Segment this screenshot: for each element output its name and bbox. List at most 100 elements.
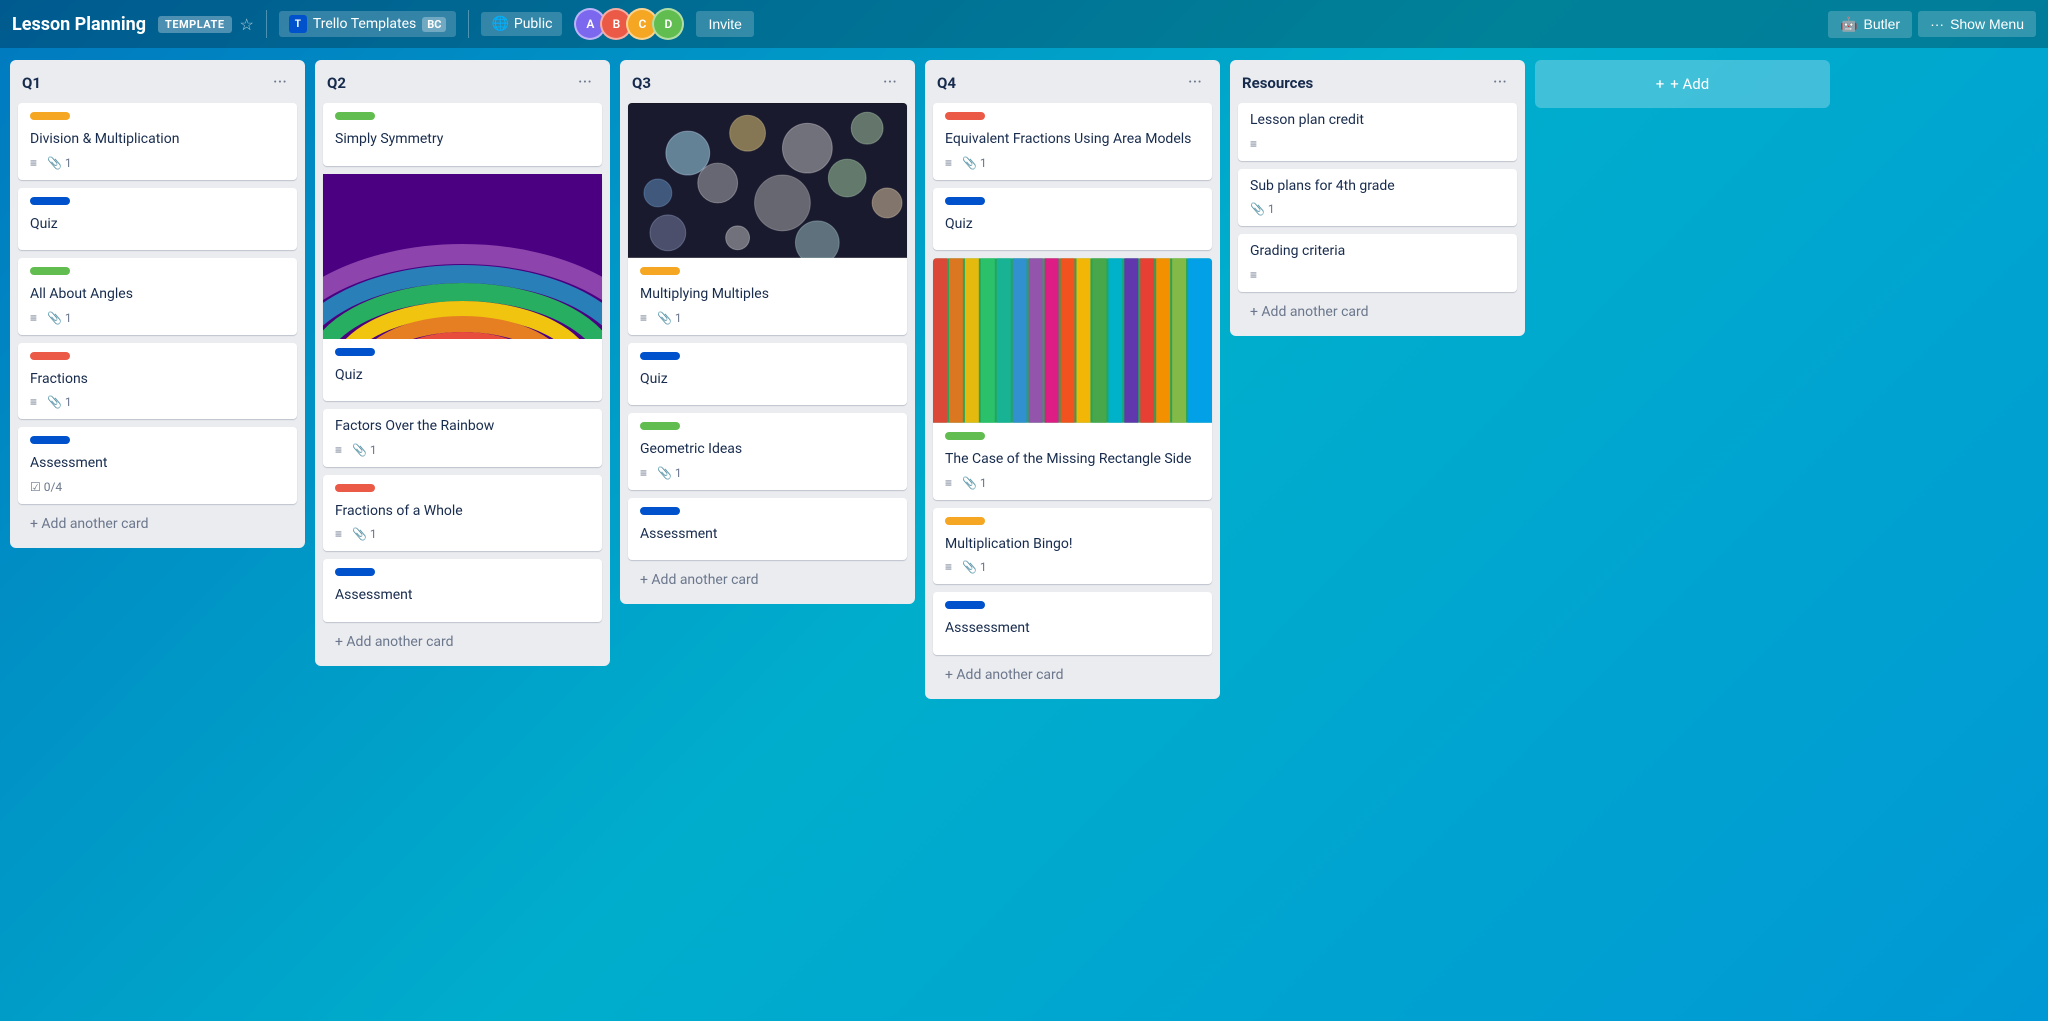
template-badge: TEMPLATE: [158, 16, 232, 33]
card-label: [640, 507, 680, 515]
table-row[interactable]: Assessment: [323, 559, 602, 622]
card-label: [335, 112, 375, 120]
table-row[interactable]: Division & Multiplication ≡ 📎 1: [18, 103, 297, 180]
card-title: Quiz: [640, 370, 895, 390]
workspace-name: Trello Templates: [313, 16, 416, 32]
attachment-count: 📎 1: [47, 311, 72, 325]
card-content: Division & Multiplication ≡ 📎 1: [18, 103, 297, 180]
table-row[interactable]: Quiz: [323, 174, 602, 402]
add-card-button-q2[interactable]: + Add another card: [323, 626, 602, 658]
card-title: Division & Multiplication: [30, 130, 285, 150]
card-meta: ≡ 📎 1: [945, 476, 1200, 490]
board-title: Lesson Planning: [12, 14, 146, 35]
attachment-count: 📎 1: [47, 156, 72, 170]
card-title: Equivalent Fractions Using Area Models: [945, 130, 1200, 150]
description-icon: ≡: [945, 560, 952, 574]
cards-q2: Simply Symmetry: [315, 103, 610, 622]
add-card-button-q1[interactable]: + Add another card: [18, 508, 297, 540]
card-title: Grading criteria: [1250, 242, 1505, 262]
table-row[interactable]: Grading criteria ≡: [1238, 234, 1517, 292]
workspace-button[interactable]: T Trello Templates BC: [279, 11, 457, 37]
card-content: Multiplication Bingo! ≡ 📎 1: [933, 508, 1212, 585]
card-label: [30, 112, 70, 120]
card-content: Lesson plan credit ≡: [1238, 103, 1517, 161]
column-q2: Q2 ··· Simply Symmetry: [315, 60, 610, 666]
table-row[interactable]: Multiplying Multiples ≡ 📎 1: [628, 103, 907, 335]
card-label: [945, 517, 985, 525]
attachment-count: 📎 1: [962, 560, 987, 574]
visibility-button[interactable]: 🌐 Public: [481, 12, 562, 36]
attachment-count: 📎 1: [657, 466, 682, 480]
add-card-button-q4[interactable]: + Add another card: [933, 659, 1212, 691]
card-title: Assessment: [335, 586, 590, 606]
card-content: Assessment: [628, 498, 907, 561]
table-row[interactable]: Equivalent Fractions Using Area Models ≡…: [933, 103, 1212, 180]
card-title: Geometric Ideas: [640, 440, 895, 460]
table-row[interactable]: Quiz: [933, 188, 1212, 251]
card-content: Fractions ≡ 📎 1: [18, 343, 297, 420]
globe-icon: 🌐: [491, 16, 508, 32]
table-row[interactable]: All About Angles ≡ 📎 1: [18, 258, 297, 335]
add-card-button-q3[interactable]: + Add another card: [628, 564, 907, 596]
table-row[interactable]: Fractions of a Whole ≡ 📎 1: [323, 475, 602, 552]
table-row[interactable]: Simply Symmetry: [323, 103, 602, 166]
card-label: [30, 267, 70, 275]
column-menu-icon-q2[interactable]: ···: [572, 70, 598, 95]
card-title: All About Angles: [30, 285, 285, 305]
card-label: [30, 352, 70, 360]
column-title-resources: Resources: [1242, 74, 1313, 92]
cards-q1: Division & Multiplication ≡ 📎 1 Quiz: [10, 103, 305, 504]
column-menu-icon-q4[interactable]: ···: [1182, 70, 1208, 95]
table-row[interactable]: Fractions ≡ 📎 1: [18, 343, 297, 420]
card-label: [945, 197, 985, 205]
table-row[interactable]: Quiz: [18, 188, 297, 251]
table-row[interactable]: Multiplication Bingo! ≡ 📎 1: [933, 508, 1212, 585]
card-content: Multiplying Multiples ≡ 📎 1: [628, 258, 907, 335]
table-row[interactable]: The Case of the Missing Rectangle Side ≡…: [933, 258, 1212, 500]
card-title: Fractions of a Whole: [335, 502, 590, 522]
card-meta: ≡: [1250, 137, 1505, 151]
column-menu-icon-q1[interactable]: ···: [267, 70, 293, 95]
cards-resources: Lesson plan credit ≡ Sub plans for 4th g…: [1230, 103, 1525, 292]
add-card-button-resources[interactable]: + Add another card: [1238, 296, 1517, 328]
show-menu-label: Show Menu: [1950, 16, 2024, 32]
table-row[interactable]: Factors Over the Rainbow ≡ 📎 1: [323, 409, 602, 467]
card-meta: ≡ 📎 1: [30, 395, 285, 409]
table-row[interactable]: Quiz: [628, 343, 907, 406]
star-icon[interactable]: ☆: [240, 15, 254, 34]
column-title-q3: Q3: [632, 74, 651, 92]
table-row[interactable]: Sub plans for 4th grade 📎 1: [1238, 169, 1517, 227]
table-row[interactable]: Assessment ☑ 0/4: [18, 427, 297, 504]
card-title: Asssessment: [945, 619, 1200, 639]
card-meta: ≡ 📎 1: [335, 443, 590, 457]
column-title-q2: Q2: [327, 74, 346, 92]
column-header-q1: Q1 ···: [10, 60, 305, 103]
avatar-group: A B C D: [574, 8, 684, 40]
table-row[interactable]: Lesson plan credit ≡: [1238, 103, 1517, 161]
cards-q4: Equivalent Fractions Using Area Models ≡…: [925, 103, 1220, 655]
description-icon: ≡: [30, 311, 37, 325]
table-row[interactable]: Geometric Ideas ≡ 📎 1: [628, 413, 907, 490]
card-content: Quiz: [933, 188, 1212, 251]
column-menu-icon-resources[interactable]: ···: [1487, 70, 1513, 95]
card-content: Fractions of a Whole ≡ 📎 1: [323, 475, 602, 552]
attachment-count: 📎 1: [962, 476, 987, 490]
column-menu-icon-q3[interactable]: ···: [877, 70, 903, 95]
attachment-count: 📎 1: [47, 395, 72, 409]
card-title: Factors Over the Rainbow: [335, 417, 590, 437]
trello-icon: T: [289, 15, 307, 33]
card-title: Lesson plan credit: [1250, 111, 1505, 131]
table-row[interactable]: Assessment: [628, 498, 907, 561]
show-menu-button[interactable]: ··· Show Menu: [1918, 11, 2036, 37]
visibility-label: Public: [514, 16, 553, 32]
butler-button[interactable]: 🤖 Butler: [1828, 11, 1912, 38]
table-row[interactable]: Asssessment: [933, 592, 1212, 655]
cards-q3: Multiplying Multiples ≡ 📎 1 Quiz: [620, 103, 915, 560]
column-resources: Resources ··· Lesson plan credit ≡ Sub p…: [1230, 60, 1525, 336]
description-icon: ≡: [1250, 268, 1257, 282]
card-content: Equivalent Fractions Using Area Models ≡…: [933, 103, 1212, 180]
app-header: Lesson Planning TEMPLATE ☆ T Trello Temp…: [0, 0, 2048, 48]
add-list-button[interactable]: + + Add: [1535, 60, 1830, 108]
invite-button[interactable]: Invite: [696, 11, 753, 37]
card-content: Quiz: [323, 339, 602, 402]
